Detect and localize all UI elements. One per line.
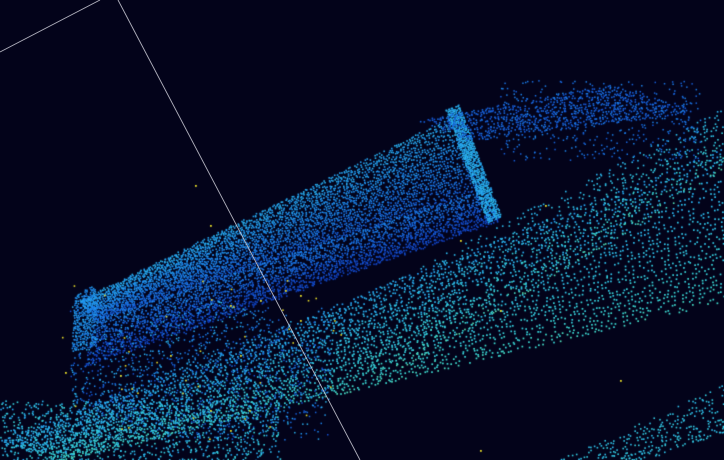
point-cloud-viewport[interactable] (0, 0, 724, 460)
point-cloud-canvas[interactable] (0, 0, 724, 460)
